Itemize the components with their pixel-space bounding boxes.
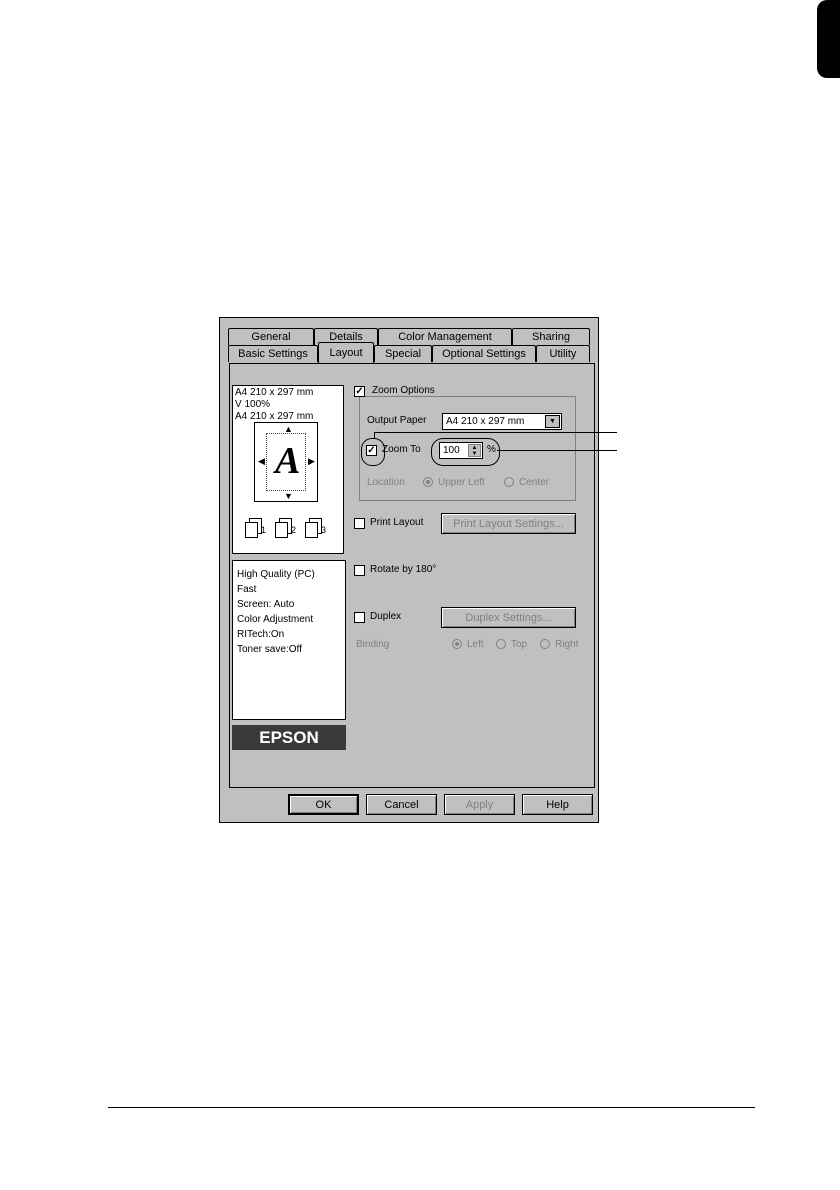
tab-label: Color Management [398, 331, 492, 343]
summary-line: Fast [237, 584, 257, 595]
duplex-label: Duplex [370, 611, 402, 622]
arrow-right-icon: ▶ [308, 456, 315, 466]
ok-button[interactable]: OK [288, 794, 359, 815]
print-layout-label: Print Layout [370, 517, 424, 528]
duplex-settings-button[interactable]: Duplex Settings... [441, 607, 576, 628]
arrow-up-icon: ▲ [284, 424, 293, 434]
tab-sharing[interactable]: Sharing [512, 328, 590, 345]
tab-basic-settings[interactable]: Basic Settings [228, 345, 318, 362]
tab-label: General [251, 331, 291, 343]
rotate-checkbox[interactable] [354, 565, 365, 576]
binding-left-radio[interactable] [452, 639, 462, 649]
callout-leader-line [374, 432, 375, 439]
arrow-left-icon: ◀ [258, 456, 265, 466]
tab-label: Sharing [532, 331, 570, 343]
preview-output-size: A4 210 x 297 mm [235, 387, 314, 398]
tab-general[interactable]: General [228, 328, 314, 345]
center-radio[interactable] [504, 477, 514, 487]
page-tab-marker [817, 0, 840, 78]
stack-number: 3 [321, 525, 327, 535]
output-paper-value: A4 210 x 297 mm [446, 416, 525, 427]
stack-number: 1 [261, 525, 267, 535]
cancel-button[interactable]: Cancel [366, 794, 437, 815]
callout-leader-line [374, 432, 617, 433]
epson-logo: EPSON [232, 725, 346, 750]
output-paper-select[interactable]: A4 210 x 297 mm ▼ [442, 413, 562, 430]
callout-leader-line [497, 450, 617, 451]
binding-top-radio[interactable] [496, 639, 506, 649]
output-paper-label: Output Paper [367, 415, 427, 426]
zoom-to-checkbox-callout [361, 438, 385, 466]
zoom-value-callout [431, 438, 500, 466]
preview-letter: A [275, 440, 301, 482]
apply-button[interactable]: Apply [444, 794, 515, 815]
tab-special[interactable]: Special [374, 345, 432, 362]
summary-line: Color Adjustment [237, 614, 314, 625]
binding-left-label: Left [467, 639, 484, 650]
page-stack-icon: 2 [275, 518, 299, 540]
page-stack-icon: 3 [305, 518, 329, 540]
binding-right-radio[interactable] [540, 639, 550, 649]
page-preview: A ▲ ▼ ◀ ▶ [254, 422, 318, 502]
layout-preview: A4 210 x 297 mm V 100% A4 210 x 297 mm A… [232, 385, 344, 554]
settings-summary: High Quality (PC) Fast Screen: Auto Colo… [232, 560, 346, 720]
zoom-options-label: Zoom Options [370, 385, 437, 396]
upper-left-label: Upper Left [438, 477, 485, 488]
arrow-down-icon: ▼ [284, 491, 293, 501]
tab-label: Layout [329, 347, 363, 359]
chevron-down-icon[interactable]: ▼ [545, 415, 560, 428]
page-stack-icon: 1 [245, 518, 269, 540]
summary-line: Toner save:Off [237, 644, 302, 655]
location-label: Location [367, 477, 405, 488]
binding-right-label: Right [555, 639, 579, 650]
summary-line: Screen: Auto [237, 599, 295, 610]
tab-label: Basic Settings [238, 348, 308, 360]
duplex-checkbox[interactable] [354, 612, 365, 623]
tab-label: Optional Settings [442, 348, 526, 360]
center-label: Center [519, 477, 550, 488]
summary-line: RITech:On [237, 629, 285, 640]
preview-zoom: V 100% [235, 399, 271, 410]
tab-label: Special [384, 348, 422, 360]
binding-top-label: Top [511, 639, 528, 650]
summary-line: High Quality (PC) [237, 569, 315, 580]
binding-label: Binding [356, 639, 390, 650]
print-layout-settings-button[interactable]: Print Layout Settings... [441, 513, 576, 534]
zoom-options-checkbox[interactable]: ✓ [354, 386, 365, 397]
tab-color-management[interactable]: Color Management [378, 328, 512, 345]
zoom-to-label: Zoom To [382, 444, 421, 455]
footer-rule [108, 1107, 755, 1108]
tab-utility[interactable]: Utility [536, 345, 590, 362]
stack-number: 2 [291, 525, 297, 535]
upper-left-radio[interactable] [423, 477, 433, 487]
help-button[interactable]: Help [522, 794, 593, 815]
tab-label: Utility [549, 348, 577, 360]
tab-optional-settings[interactable]: Optional Settings [432, 345, 536, 362]
tab-layout[interactable]: Layout [318, 342, 374, 363]
print-area: A [266, 433, 306, 491]
printer-properties-dialog: General Details Color Management Sharing… [219, 317, 599, 823]
rotate-label: Rotate by 180° [370, 564, 437, 575]
print-layout-checkbox[interactable] [354, 518, 365, 529]
